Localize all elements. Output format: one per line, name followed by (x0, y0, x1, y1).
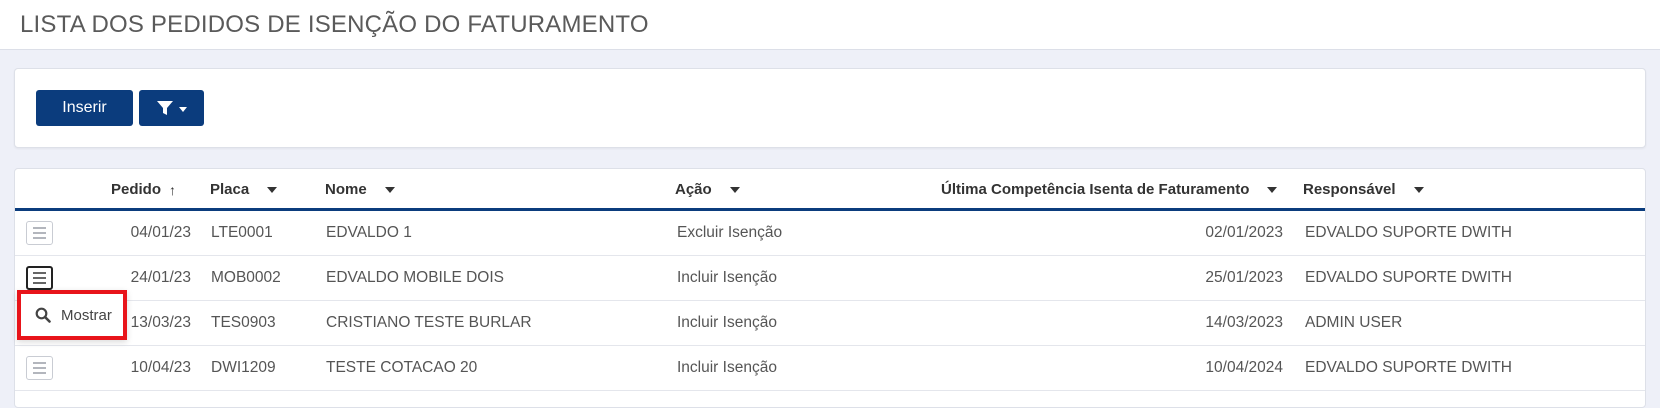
filter-icon (156, 101, 173, 115)
cell-nome: CRISTIANO TESTE BURLAR (326, 314, 532, 331)
sort-caret-icon (1413, 186, 1424, 193)
cell-nome: EDVALDO MOBILE DOIS (326, 269, 505, 286)
cell-responsavel: EDVALDO SUPORTE DWITH (1305, 269, 1512, 286)
cell-responsavel: EDVALDO SUPORTE DWITH (1305, 224, 1512, 241)
hamburger-icon (33, 227, 46, 229)
column-header-competencia[interactable]: Última Competência Isenta de Faturamento (941, 181, 1278, 198)
filter-dropdown-button[interactable] (139, 90, 204, 126)
hamburger-icon (33, 272, 46, 274)
sort-caret-icon (384, 186, 395, 193)
cell-acao: Excluir Isenção (677, 224, 783, 241)
cell-acao: Incluir Isenção (677, 269, 777, 286)
cell-nome: EDVALDO 1 (326, 224, 412, 241)
show-menu-item[interactable]: Mostrar (61, 307, 112, 324)
search-icon (35, 307, 51, 323)
insert-button[interactable]: Inserir (36, 90, 133, 126)
cell-placa: DWI1209 (211, 359, 276, 376)
page-header: LISTA DOS PEDIDOS DE ISENÇÃO DO FATURAME… (0, 0, 1660, 50)
toolbar-card: Inserir (14, 68, 1646, 148)
cell-placa: MOB0002 (211, 269, 281, 286)
cell-competencia: 10/04/2024 (1205, 359, 1283, 376)
row-menu-button[interactable] (26, 221, 53, 245)
sort-asc-icon: ↑ (169, 181, 177, 198)
cell-acao: Incluir Isenção (677, 314, 777, 331)
table-row: 10/04/23 DWI1209 TESTE COTACAO 20 Inclui… (15, 346, 1645, 391)
cell-nome: TESTE COTACAO 20 (326, 359, 478, 376)
cell-acao: Incluir Isenção (677, 359, 777, 376)
cell-responsavel: ADMIN USER (1305, 314, 1403, 331)
row-menu-button[interactable] (26, 356, 53, 380)
table-row: 04/01/23 LTE0001 EDVALDO 1 Excluir Isenç… (15, 211, 1645, 256)
cell-competencia: 25/01/2023 (1205, 269, 1283, 286)
table-row: 24/01/23 MOB0002 EDVALDO MOBILE DOIS Inc… (15, 256, 1645, 301)
chevron-down-icon (178, 106, 187, 112)
row-menu-button[interactable] (26, 266, 53, 290)
sort-caret-icon (267, 186, 278, 193)
table-header: Pedido ↑ Placa Nome Ação Última Competên… (15, 169, 1645, 211)
page-title: LISTA DOS PEDIDOS DE ISENÇÃO DO FATURAME… (20, 10, 649, 38)
hamburger-icon (33, 362, 46, 364)
cell-pedido: 10/04/23 (130, 359, 191, 376)
cell-competencia: 14/03/2023 (1205, 314, 1283, 331)
cell-pedido: 24/01/23 (130, 269, 191, 286)
cell-placa: LTE0001 (211, 224, 273, 241)
row-actions-dropdown: Mostrar (17, 290, 127, 340)
sort-caret-icon (1267, 186, 1278, 193)
cell-placa: TES0903 (211, 314, 276, 331)
requests-table: Pedido ↑ Placa Nome Ação Última Competên… (14, 168, 1646, 408)
column-header-nome[interactable]: Nome (325, 181, 395, 198)
cell-competencia: 02/01/2023 (1205, 224, 1283, 241)
table-row: 13/03/23 TES0903 CRISTIANO TESTE BURLAR … (15, 301, 1645, 346)
column-header-placa[interactable]: Placa (210, 181, 278, 198)
cell-pedido: 04/01/23 (130, 224, 191, 241)
column-header-pedido[interactable]: Pedido ↑ (111, 181, 176, 198)
cell-responsavel: EDVALDO SUPORTE DWITH (1305, 359, 1512, 376)
sort-caret-icon (729, 186, 740, 193)
column-header-acao[interactable]: Ação (675, 181, 740, 198)
column-header-responsavel[interactable]: Responsável (1303, 181, 1424, 198)
